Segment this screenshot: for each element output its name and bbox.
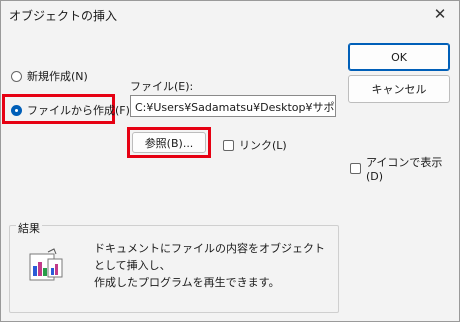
insert-object-dialog: オブジェクトの挿入 ✕ 新規作成(N) ファイルから作成(F) ファイル(E):… [0,0,460,322]
radio-checked-icon [11,104,22,116]
ok-button[interactable]: OK [348,43,450,71]
create-new-radio[interactable]: 新規作成(N) [11,68,88,84]
document-object-icon [29,248,63,281]
checkbox-icon [223,139,234,151]
result-description: ドキュメントにファイルの内容をオブジェクトとして挿入し、 作成したプログラムを再… [94,240,330,291]
file-path-input[interactable]: C:¥Users¥Sadamatsu¥Desktop¥サポート業 [130,95,336,117]
browse-button[interactable]: 参照(B)... [132,132,206,153]
display-as-icon-checkbox[interactable]: アイコンで表示(D) [350,154,459,183]
file-label: ファイル(E): [130,80,194,93]
result-group: 結果 ドキュメントにファイルの内容をオブジェクトとして挿入し、 作成したプログラ… [9,220,339,313]
create-from-file-radio[interactable]: ファイルから作成(F) [11,102,130,118]
checkbox-icon [350,163,361,174]
create-from-file-label: ファイルから作成(F) [27,104,130,117]
create-new-label: 新規作成(N) [27,70,88,83]
close-icon[interactable]: ✕ [429,3,451,25]
cancel-button[interactable]: キャンセル [348,75,450,103]
link-label: リンク(L) [239,139,287,152]
display-as-icon-label: アイコンで表示(D) [365,156,443,183]
dialog-title: オブジェクトの挿入 [9,9,118,23]
link-checkbox[interactable]: リンク(L) [223,137,287,153]
result-title: 結果 [16,220,42,236]
radio-unchecked-icon [11,70,22,82]
result-line-2: 作成したプログラムを再生できます。 [94,276,280,289]
result-line-1: ドキュメントにファイルの内容をオブジェクトとして挿入し、 [94,242,325,272]
